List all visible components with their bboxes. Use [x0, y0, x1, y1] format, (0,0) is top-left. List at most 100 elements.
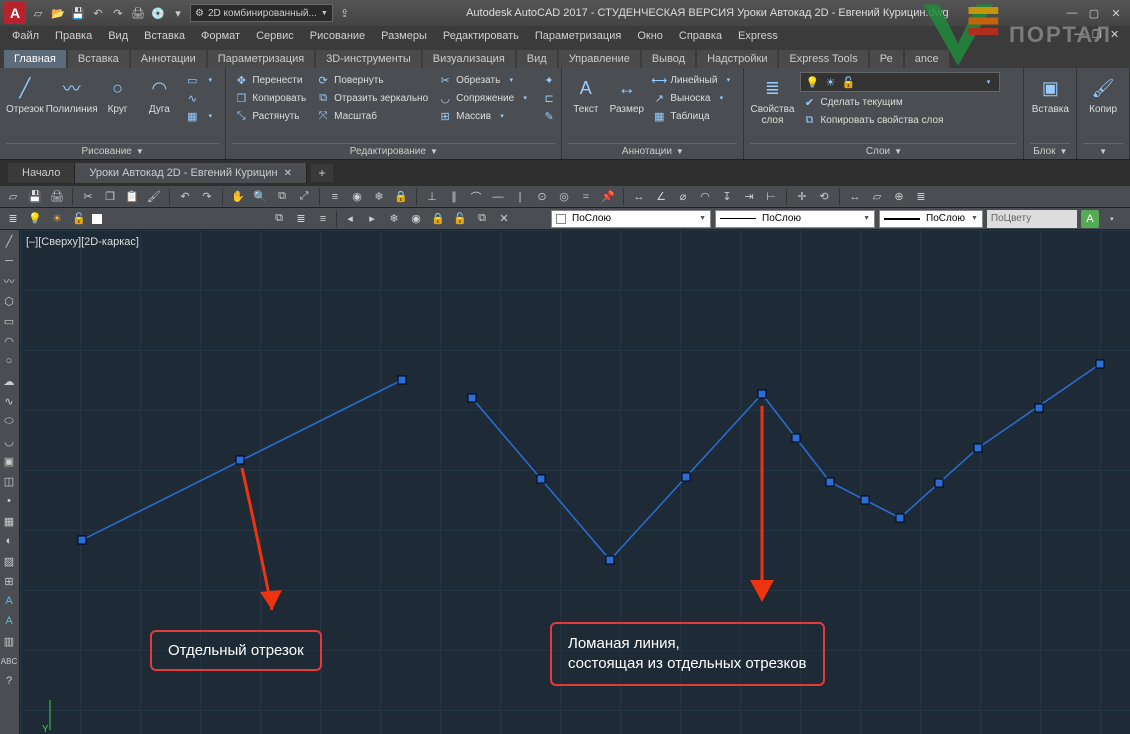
grip[interactable]: [896, 514, 904, 522]
settings-icon[interactable]: ▾: [170, 5, 186, 21]
copy-button[interactable]: ❐Копировать: [232, 90, 308, 106]
revcloud-tool-icon[interactable]: ☁: [0, 372, 18, 390]
grip-mid[interactable]: [236, 456, 244, 464]
3dorbit-icon[interactable]: ⟲: [815, 188, 833, 206]
tab-output[interactable]: Вывод: [642, 50, 695, 68]
area-icon[interactable]: ▱: [868, 188, 886, 206]
copy-icon[interactable]: ❐: [101, 188, 119, 206]
zoom-window-icon[interactable]: ⧉: [273, 188, 291, 206]
chevron-down-icon[interactable]: ▼: [676, 147, 684, 156]
dim-lin-icon[interactable]: ↔: [630, 188, 648, 206]
dim-button[interactable]: ↔ Размер: [609, 70, 644, 115]
redo-icon[interactable]: ↷: [110, 5, 126, 21]
menu-view[interactable]: Вид: [100, 28, 136, 44]
hatch-button[interactable]: ▦▾: [183, 108, 219, 124]
fillet-button[interactable]: ◡Сопряжение▾: [436, 90, 534, 106]
mtext-tool-icon[interactable]: A: [0, 592, 18, 610]
insert-tool-icon[interactable]: ▣: [0, 452, 18, 470]
cut-icon[interactable]: ✂: [79, 188, 97, 206]
grip-mid[interactable]: [935, 479, 943, 487]
leader-button[interactable]: ↗Выноска▾: [650, 90, 737, 106]
menu-tools[interactable]: Сервис: [248, 28, 302, 44]
grip-start[interactable]: [78, 536, 86, 544]
app-logo[interactable]: A: [4, 2, 26, 24]
chevron-down-icon[interactable]: ▾: [1103, 210, 1121, 228]
tab-addins[interactable]: Надстройки: [697, 50, 777, 68]
rect-button[interactable]: ▭▾: [183, 72, 219, 88]
menu-modify[interactable]: Редактировать: [435, 28, 527, 44]
color-combo[interactable]: ПоСлою ▼: [551, 210, 711, 228]
redo-icon[interactable]: ↷: [198, 188, 216, 206]
match-icon[interactable]: 🖌: [145, 188, 163, 206]
close-tab-icon[interactable]: ✕: [284, 168, 292, 179]
grip[interactable]: [468, 394, 476, 402]
grip-mid[interactable]: [537, 475, 545, 483]
layer-del-icon[interactable]: ✕: [495, 210, 513, 228]
layer-freeze-icon[interactable]: ❄: [370, 188, 388, 206]
layer-merge-icon[interactable]: ⧉: [473, 210, 491, 228]
dim-cont-icon[interactable]: ⇥: [740, 188, 758, 206]
drawing-canvas[interactable]: [–][Сверху][2D-каркас]: [20, 230, 1130, 734]
doc-restore-icon[interactable]: ❐: [1092, 28, 1108, 44]
share-icon[interactable]: ⇪: [337, 5, 353, 21]
iso-icon[interactable]: ≣: [292, 210, 310, 228]
constr-tan-icon[interactable]: ⌒: [467, 188, 485, 206]
constr-par-icon[interactable]: ∥: [445, 188, 463, 206]
ucs-icon[interactable]: ✛: [793, 188, 811, 206]
paste-icon[interactable]: 📋: [123, 188, 141, 206]
tab-express[interactable]: Express Tools: [779, 50, 867, 68]
help-tool-icon[interactable]: ?: [0, 672, 18, 690]
layer-mgr-icon[interactable]: ≣: [4, 210, 22, 228]
grip[interactable]: [758, 390, 766, 398]
layer-lock-icon[interactable]: 🔒: [392, 188, 410, 206]
tab-insert[interactable]: Вставка: [68, 50, 129, 68]
linear-button[interactable]: ⟷Линейный▾: [650, 72, 737, 88]
constr-coinc-icon[interactable]: ⊙: [533, 188, 551, 206]
menu-param[interactable]: Параметризация: [527, 28, 629, 44]
gradient-tool-icon[interactable]: ◐: [0, 532, 18, 550]
pline-tool-icon[interactable]: 〰: [0, 272, 18, 290]
layer-off-icon[interactable]: ◉: [348, 188, 366, 206]
tab-re[interactable]: Ре: [870, 50, 903, 68]
tab-3d[interactable]: 3D-инструменты: [316, 50, 421, 68]
constr-conc-icon[interactable]: ◎: [555, 188, 573, 206]
ellarc-tool-icon[interactable]: ◡: [0, 432, 18, 450]
constr-equal-icon[interactable]: =: [577, 188, 595, 206]
layer-iso-icon[interactable]: ≡: [326, 188, 344, 206]
mtext2-tool-icon[interactable]: A: [0, 612, 18, 630]
offset-button[interactable]: ⊏: [540, 90, 558, 106]
layer-freeze2-icon[interactable]: ❄: [385, 210, 403, 228]
doc-min-icon[interactable]: —: [1074, 28, 1090, 44]
point-tool-icon[interactable]: •: [0, 492, 18, 510]
lineweight-combo[interactable]: ПоСлою ▼: [879, 210, 983, 228]
grip-mid[interactable]: [1035, 404, 1043, 412]
print-icon[interactable]: 🖨: [48, 188, 66, 206]
grip[interactable]: [826, 478, 834, 486]
make-current-button[interactable]: ✔Сделать текущим: [800, 94, 1000, 110]
chevron-down-icon[interactable]: ▼: [136, 147, 144, 156]
layer-prev-icon[interactable]: ◂: [341, 210, 359, 228]
print-icon[interactable]: 🖨: [130, 5, 146, 21]
polyline-segment[interactable]: [472, 364, 1100, 560]
tab-param[interactable]: Параметризация: [208, 50, 314, 68]
menu-dim[interactable]: Размеры: [373, 28, 435, 44]
chevron-down-icon[interactable]: ▼: [894, 147, 902, 156]
menu-insert[interactable]: Вставка: [136, 28, 193, 44]
match-props-button[interactable]: 🖌 Копир: [1083, 70, 1123, 115]
tab-view[interactable]: Вид: [517, 50, 557, 68]
circle-button[interactable]: ○ Круг: [100, 70, 136, 115]
maximize-icon[interactable]: ▢: [1084, 5, 1104, 21]
dist-icon[interactable]: ↔: [846, 188, 864, 206]
array-button[interactable]: ⊞Массив▾: [436, 108, 534, 124]
constr-perp-icon[interactable]: ⊥: [423, 188, 441, 206]
erase-button[interactable]: ✎: [540, 108, 558, 124]
menu-draw[interactable]: Рисование: [302, 28, 373, 44]
match-layer-button[interactable]: ⧉Копировать свойства слоя: [800, 112, 1000, 128]
layer-state-icon[interactable]: ⧉: [270, 210, 288, 228]
menu-edit[interactable]: Правка: [47, 28, 100, 44]
uniso-icon[interactable]: ≡: [314, 210, 332, 228]
wipeout-tool-icon[interactable]: ▥: [0, 632, 18, 650]
dim-base-icon[interactable]: ⊢: [762, 188, 780, 206]
rotate-button[interactable]: ⟳Повернуть: [314, 72, 430, 88]
grip-end[interactable]: [398, 376, 406, 384]
